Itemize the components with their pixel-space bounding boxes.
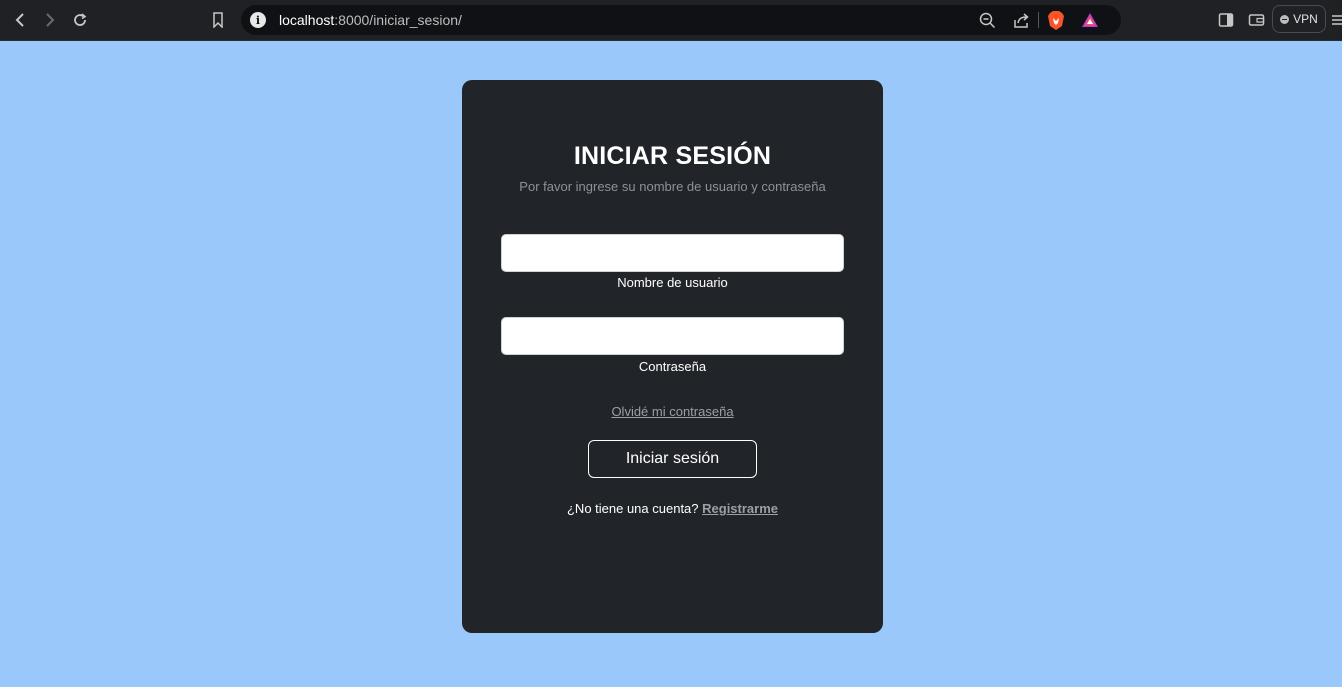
wallet-icon[interactable] xyxy=(1247,11,1265,29)
no-account-text: ¿No tiene una cuenta? xyxy=(566,501,703,516)
bookmark-icon[interactable] xyxy=(208,10,228,30)
vpn-icon xyxy=(1280,14,1290,24)
url-path: :8000/iniciar_sesion/ xyxy=(334,12,462,28)
register-link[interactable]: Registrarme xyxy=(702,501,778,516)
address-bar[interactable]: i localhost:8000/iniciar_sesion/ xyxy=(241,5,1121,35)
share-icon[interactable] xyxy=(1012,11,1030,29)
menu-icon[interactable] xyxy=(1330,11,1342,29)
password-label: Contraseña xyxy=(638,359,707,374)
page-subtitle: Por favor ingrese su nombre de usuario y… xyxy=(519,179,826,194)
reload-icon[interactable] xyxy=(70,10,90,30)
browser-toolbar: i localhost:8000/iniciar_sesion/ VPN xyxy=(0,0,1342,41)
brave-shield-icon[interactable] xyxy=(1047,10,1065,30)
back-icon[interactable] xyxy=(10,10,30,30)
username-label: Nombre de usuario xyxy=(617,275,728,290)
vpn-button[interactable]: VPN xyxy=(1272,5,1326,33)
username-input[interactable] xyxy=(501,234,844,272)
divider xyxy=(1038,12,1039,28)
password-input[interactable] xyxy=(501,317,844,355)
page-title: INICIAR SESIÓN xyxy=(573,142,772,170)
brave-rewards-icon[interactable] xyxy=(1081,11,1099,29)
register-prompt: ¿No tiene una cuenta? Registrarme xyxy=(462,501,883,516)
site-info-icon[interactable]: i xyxy=(250,12,266,28)
url-text[interactable]: localhost:8000/iniciar_sesion/ xyxy=(279,12,462,28)
login-card: INICIAR SESIÓN Por favor ingrese su nomb… xyxy=(462,80,883,633)
sidebar-toggle-icon[interactable] xyxy=(1217,11,1235,29)
url-host: localhost xyxy=(279,12,335,28)
forgot-password-link[interactable]: Olvidé mi contraseña xyxy=(462,404,883,419)
vpn-label: VPN xyxy=(1293,12,1318,26)
zoom-out-icon[interactable] xyxy=(978,11,996,29)
login-button[interactable]: Iniciar sesión xyxy=(588,440,757,478)
forward-icon[interactable] xyxy=(40,10,60,30)
